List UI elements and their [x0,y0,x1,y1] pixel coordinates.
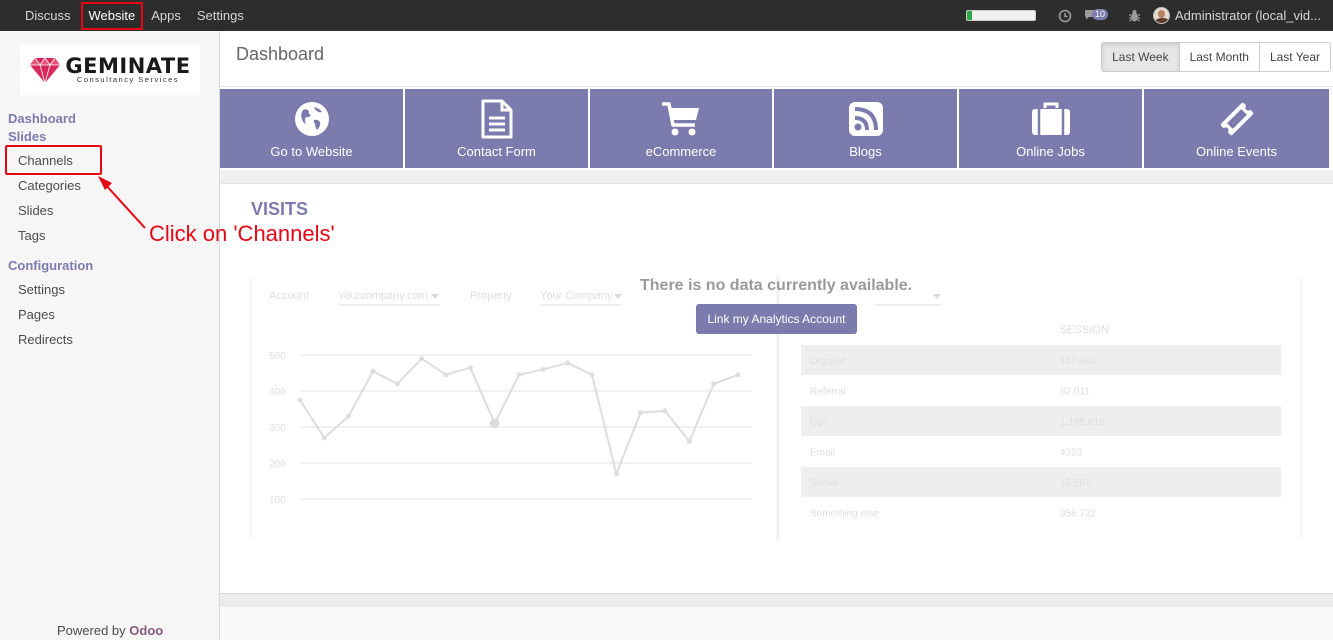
annotation-arrow [98,176,146,229]
annotation-text: Click on 'Channels' [149,221,335,246]
